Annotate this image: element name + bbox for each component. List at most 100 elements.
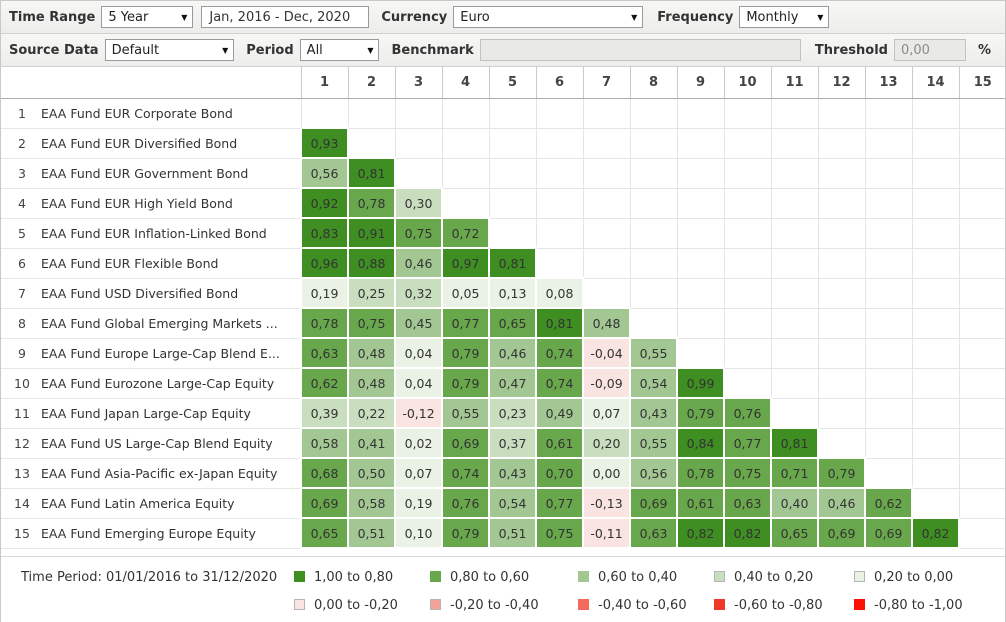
fund-name: EAA Fund EUR High Yield Bond bbox=[41, 195, 233, 211]
empty-cell bbox=[864, 217, 913, 249]
percent-sign-label: % bbox=[977, 42, 991, 58]
correlation-cell: 0,75 bbox=[347, 307, 396, 339]
fund-row-label: 6 EAA Fund EUR Flexible Bond bbox=[1, 248, 302, 279]
correlation-cell: 0,77 bbox=[723, 427, 772, 459]
empty-cell bbox=[958, 337, 1005, 369]
column-header-15: 15 bbox=[958, 67, 1005, 99]
correlation-cell: 0,54 bbox=[629, 367, 678, 399]
legend-item: 0,40 to 0,20 bbox=[714, 570, 854, 585]
empty-cell bbox=[582, 97, 631, 129]
empty-cell bbox=[629, 127, 678, 159]
empty-cell bbox=[535, 127, 584, 159]
row-number: 2 bbox=[18, 135, 26, 151]
period-select[interactable]: All ▼ bbox=[299, 39, 380, 61]
empty-cell bbox=[394, 127, 443, 159]
empty-cell bbox=[723, 97, 772, 129]
correlation-cell: 0,69 bbox=[441, 427, 490, 459]
legend-item: 1,00 to 0,80 bbox=[294, 570, 430, 585]
correlation-cell: 0,92 bbox=[300, 187, 349, 219]
correlation-cell: 0,78 bbox=[347, 187, 396, 219]
empty-cell bbox=[958, 517, 1005, 549]
empty-cell bbox=[582, 157, 631, 189]
empty-cell bbox=[864, 277, 913, 309]
correlation-cell: 0,96 bbox=[300, 247, 349, 279]
fund-row-label: 4 EAA Fund EUR High Yield Bond bbox=[1, 188, 302, 219]
time-period-label: Time Period: 01/01/2016 to 31/12/2020 bbox=[21, 570, 278, 585]
empty-cell bbox=[911, 127, 960, 159]
fund-row-label: 7 EAA Fund USD Diversified Bond bbox=[1, 278, 302, 309]
row-number: 10 bbox=[14, 375, 30, 391]
row-number: 1 bbox=[18, 105, 26, 121]
time-range-select[interactable]: 5 Year ▼ bbox=[101, 6, 194, 28]
correlation-cell: 0,19 bbox=[300, 277, 349, 309]
frequency-select[interactable]: Monthly ▼ bbox=[739, 6, 830, 28]
row-number: 3 bbox=[18, 165, 26, 181]
empty-cell bbox=[817, 97, 866, 129]
chevron-down-icon: ▼ bbox=[222, 45, 229, 55]
empty-cell bbox=[770, 247, 819, 279]
empty-cell bbox=[723, 307, 772, 339]
fund-name: EAA Fund Asia-Pacific ex-Japan Equity bbox=[41, 465, 278, 481]
row-number: 12 bbox=[14, 435, 30, 451]
correlation-cell: 0,75 bbox=[723, 457, 772, 489]
date-range-display: Jan, 2016 - Dec, 2020 bbox=[201, 6, 370, 28]
benchmark-input[interactable] bbox=[479, 39, 801, 61]
empty-cell bbox=[864, 397, 913, 429]
empty-cell bbox=[817, 277, 866, 309]
empty-cell bbox=[488, 187, 537, 219]
empty-cell bbox=[629, 157, 678, 189]
table-row: 11 EAA Fund Japan Large-Cap Equity 0,39 0,2… bbox=[1, 397, 1005, 429]
correlation-cell: 0,55 bbox=[629, 427, 678, 459]
currency-label: Currency bbox=[381, 9, 448, 25]
empty-cell bbox=[723, 277, 772, 309]
empty-cell bbox=[676, 277, 725, 309]
correlation-cell: 0,43 bbox=[488, 457, 537, 489]
fund-row-label: 2 EAA Fund EUR Diversified Bond bbox=[1, 128, 302, 159]
empty-cell bbox=[723, 337, 772, 369]
fund-name: EAA Fund Eurozone Large-Cap Equity bbox=[41, 375, 275, 391]
column-header-4: 4 bbox=[441, 67, 489, 99]
fund-row-label: 5 EAA Fund EUR Inflation-Linked Bond bbox=[1, 218, 302, 249]
correlation-cell: 0,79 bbox=[441, 337, 490, 369]
correlation-cell: 0,25 bbox=[347, 277, 396, 309]
correlation-cell: 0,56 bbox=[300, 157, 349, 189]
correlation-cell: 0,65 bbox=[488, 307, 537, 339]
correlation-cell: 0,07 bbox=[582, 397, 631, 429]
correlation-cell: 0,81 bbox=[770, 427, 819, 459]
table-row: 1 EAA Fund EUR Corporate Bond bbox=[1, 97, 1005, 129]
fund-row-label: 13 EAA Fund Asia-Pacific ex-Japan Equity bbox=[1, 458, 302, 489]
currency-select[interactable]: Euro ▼ bbox=[453, 6, 644, 28]
legend-swatch-icon bbox=[430, 571, 441, 582]
threshold-input[interactable] bbox=[893, 39, 966, 61]
fund-name: EAA Fund EUR Government Bond bbox=[41, 165, 249, 181]
correlation-cell: 0,51 bbox=[488, 517, 537, 549]
correlation-cell: 0,63 bbox=[723, 487, 772, 519]
correlation-cell: 0,48 bbox=[347, 367, 396, 399]
empty-cell bbox=[676, 157, 725, 189]
column-header-14: 14 bbox=[911, 67, 959, 99]
table-row: 12 EAA Fund US Large-Cap Blend Equity 0,58… bbox=[1, 427, 1005, 459]
source-data-select[interactable]: Default ▼ bbox=[104, 39, 235, 61]
column-header-11: 11 bbox=[770, 67, 818, 99]
column-header-9: 9 bbox=[676, 67, 724, 99]
frequency-value: Monthly bbox=[746, 9, 799, 25]
correlation-cell: 0,83 bbox=[300, 217, 349, 249]
empty-cell bbox=[394, 157, 443, 189]
empty-cell bbox=[958, 307, 1005, 339]
empty-cell bbox=[723, 217, 772, 249]
column-header-2: 2 bbox=[347, 67, 395, 99]
correlation-cell: 0,91 bbox=[347, 217, 396, 249]
empty-cell bbox=[347, 127, 396, 159]
correlation-cell: 0,62 bbox=[300, 367, 349, 399]
table-row: 5 EAA Fund EUR Inflation-Linked Bond 0,83 0… bbox=[1, 217, 1005, 249]
correlation-cell: 0,69 bbox=[629, 487, 678, 519]
legend-item: 0,80 to 0,60 bbox=[430, 570, 578, 585]
fund-row-label: 11 EAA Fund Japan Large-Cap Equity bbox=[1, 398, 302, 429]
legend-item: 0,20 to 0,00 bbox=[854, 570, 1005, 585]
correlation-cell: 0,04 bbox=[394, 367, 443, 399]
empty-cell bbox=[488, 157, 537, 189]
empty-cell bbox=[958, 427, 1005, 459]
empty-cell bbox=[958, 187, 1005, 219]
empty-cell bbox=[300, 97, 349, 129]
empty-cell bbox=[770, 157, 819, 189]
